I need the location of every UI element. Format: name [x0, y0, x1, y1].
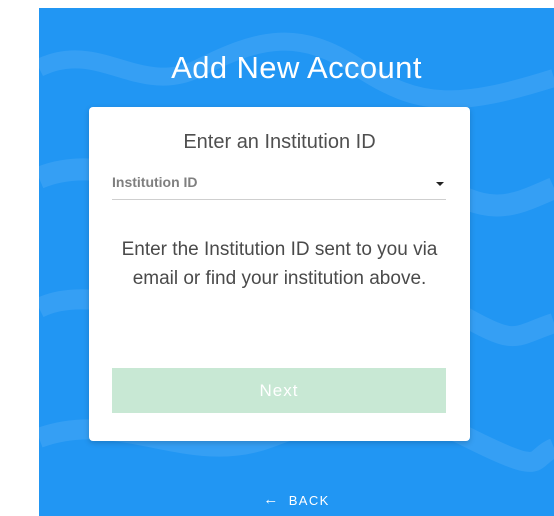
app-viewport: Add New Account Enter an Institution ID … — [39, 8, 554, 516]
back-label: BACK — [288, 493, 330, 508]
page-title: Add New Account — [171, 50, 422, 85]
back-link[interactable]: ← BACK — [39, 491, 554, 509]
institution-id-value: Institution ID — [112, 174, 198, 190]
card-heading: Enter an Institution ID — [183, 131, 376, 153]
left-arrow-icon: ← — [263, 491, 280, 508]
chevron-down-icon — [436, 182, 444, 186]
next-button[interactable]: Next — [112, 368, 446, 413]
help-text: Enter the Institution ID sent to you via… — [121, 239, 438, 289]
add-account-card: Enter an Institution ID Institution ID E… — [89, 107, 470, 441]
institution-id-select[interactable]: Institution ID — [112, 168, 446, 200]
